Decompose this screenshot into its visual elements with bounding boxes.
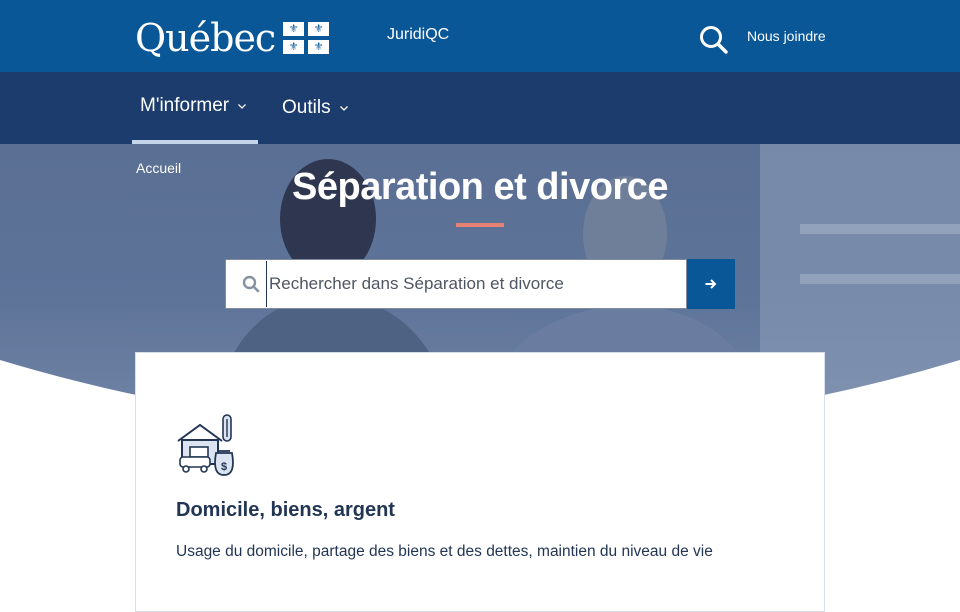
nav-item-outils[interactable]: Outils bbox=[282, 72, 349, 144]
main-navigation: M'informer Outils bbox=[0, 72, 960, 144]
nav-item-label: M'informer bbox=[140, 95, 230, 116]
chevron-down-icon bbox=[339, 106, 348, 111]
chevron-down-icon bbox=[238, 104, 247, 109]
nav-item-minformer[interactable]: M'informer bbox=[132, 72, 258, 144]
card-description: Usage du domicile, partage des biens et … bbox=[176, 543, 713, 560]
quebec-logo[interactable]: Québec ⚜ ⚜ ⚜ ⚜ bbox=[135, 16, 330, 60]
search-input[interactable] bbox=[266, 261, 676, 307]
page-title: Séparation et divorce bbox=[292, 166, 668, 208]
logo-wordmark: Québec bbox=[135, 16, 276, 60]
title-accent-bar bbox=[456, 223, 504, 227]
search-submit-button[interactable] bbox=[687, 259, 735, 309]
topic-card-domicile[interactable]: $ Domicile, biens, argent Usage du domic… bbox=[135, 352, 825, 612]
svg-text:$: $ bbox=[221, 461, 227, 473]
house-money-icon: $ bbox=[177, 414, 234, 476]
site-name-link[interactable]: JuridiQC bbox=[387, 26, 449, 44]
contact-link[interactable]: Nous joindre bbox=[747, 28, 826, 44]
top-header: Québec ⚜ ⚜ ⚜ ⚜ JuridiQC Nous joindre bbox=[0, 0, 960, 72]
fleurdelise-flag-icon: ⚜ ⚜ ⚜ ⚜ bbox=[283, 22, 330, 54]
card-title: Domicile, biens, argent bbox=[176, 499, 395, 521]
section-search bbox=[225, 259, 687, 309]
search-icon[interactable] bbox=[698, 24, 730, 56]
nav-item-label: Outils bbox=[282, 97, 331, 118]
search-icon bbox=[242, 275, 260, 293]
arrow-right-icon bbox=[705, 279, 717, 289]
